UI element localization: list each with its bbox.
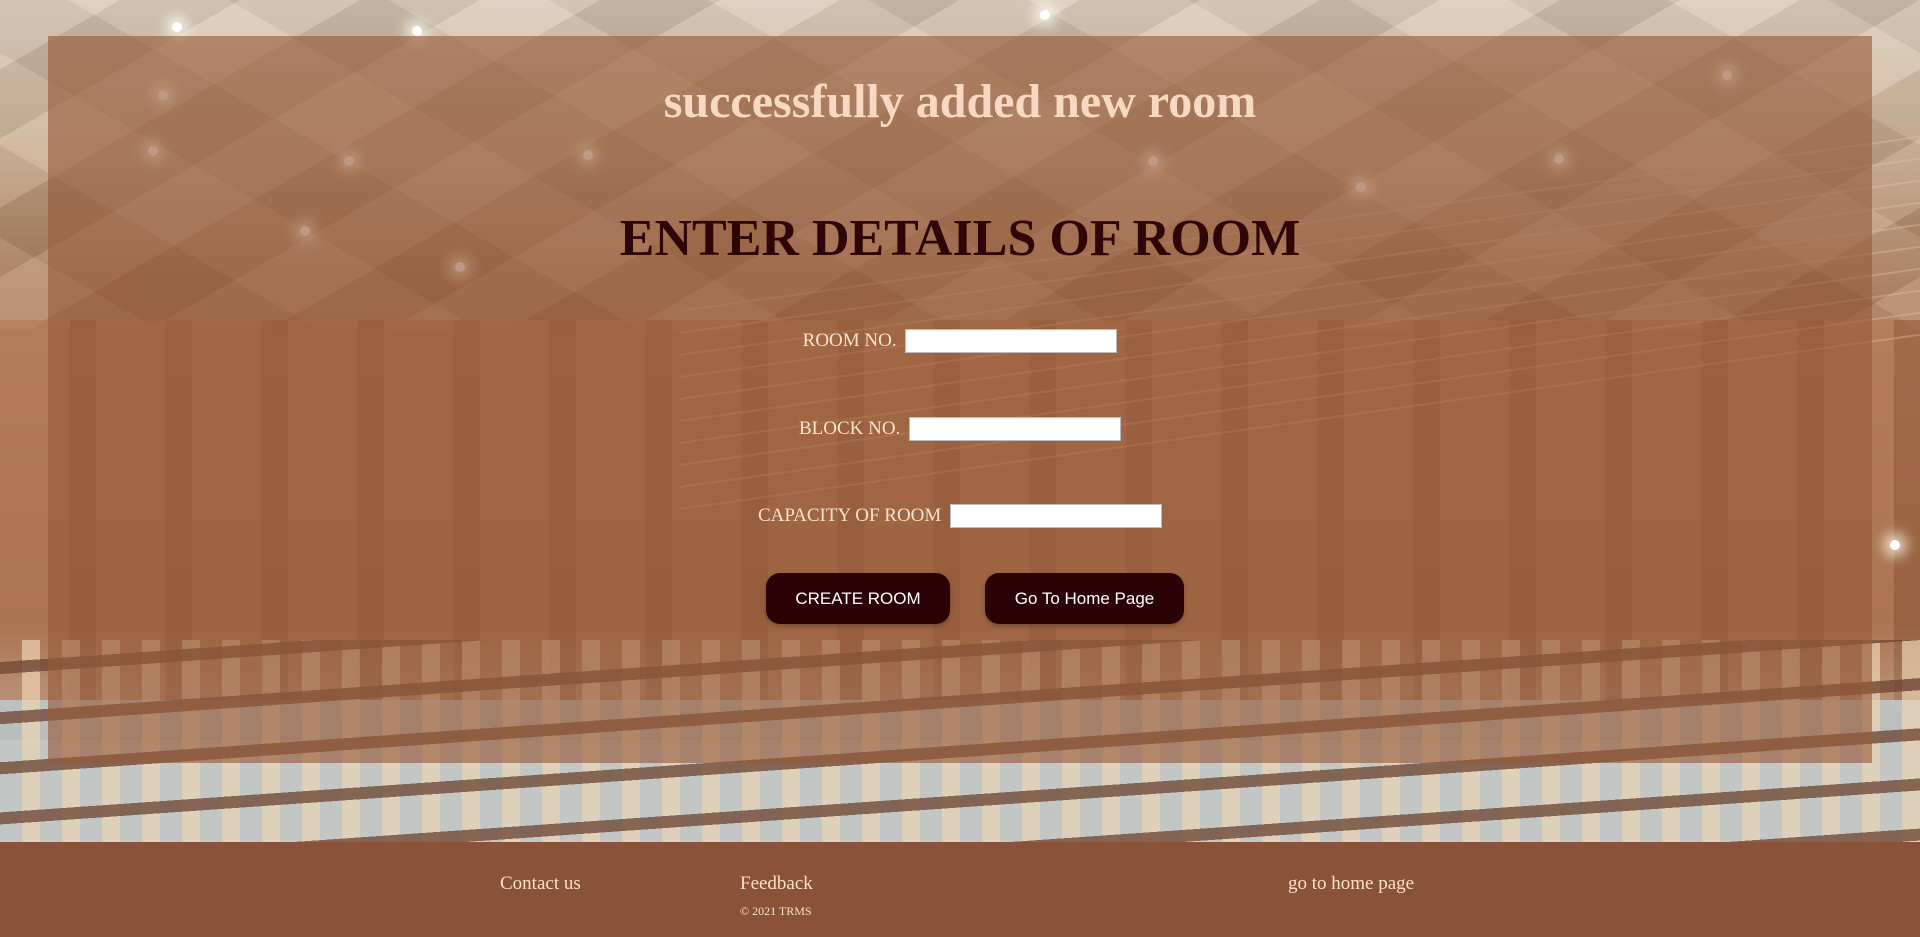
room-no-label: ROOM NO. xyxy=(802,330,897,351)
block-no-row: BLOCK NO. xyxy=(0,417,1920,441)
footer: Contact us Feedback © 2021 TRMS go to ho… xyxy=(0,842,1920,937)
create-room-button[interactable]: CREATE ROOM xyxy=(766,573,950,624)
ceiling-light xyxy=(1040,10,1050,20)
block-no-input[interactable] xyxy=(909,417,1122,441)
capacity-label: CAPACITY OF ROOM xyxy=(757,505,942,526)
form-title: ENTER DETAILS OF ROOM xyxy=(619,210,1301,267)
room-no-input[interactable] xyxy=(905,329,1118,353)
capacity-row: CAPACITY OF ROOM xyxy=(0,504,1920,528)
copyright-text: © 2021 TRMS xyxy=(740,904,812,918)
ceiling-light xyxy=(412,26,422,36)
ceiling-light xyxy=(172,22,182,32)
feedback-link[interactable]: Feedback xyxy=(740,873,813,895)
ceiling-light xyxy=(1890,540,1900,550)
content-panel xyxy=(48,36,1872,763)
room-no-row: ROOM NO. xyxy=(0,329,1920,353)
capacity-input[interactable] xyxy=(950,504,1163,528)
block-no-label: BLOCK NO. xyxy=(798,418,901,439)
footer-home-link[interactable]: go to home page xyxy=(1288,873,1414,895)
contact-us-link[interactable]: Contact us xyxy=(500,873,581,895)
success-message: successfully added new room xyxy=(663,75,1257,128)
go-to-home-button[interactable]: Go To Home Page xyxy=(985,573,1184,624)
